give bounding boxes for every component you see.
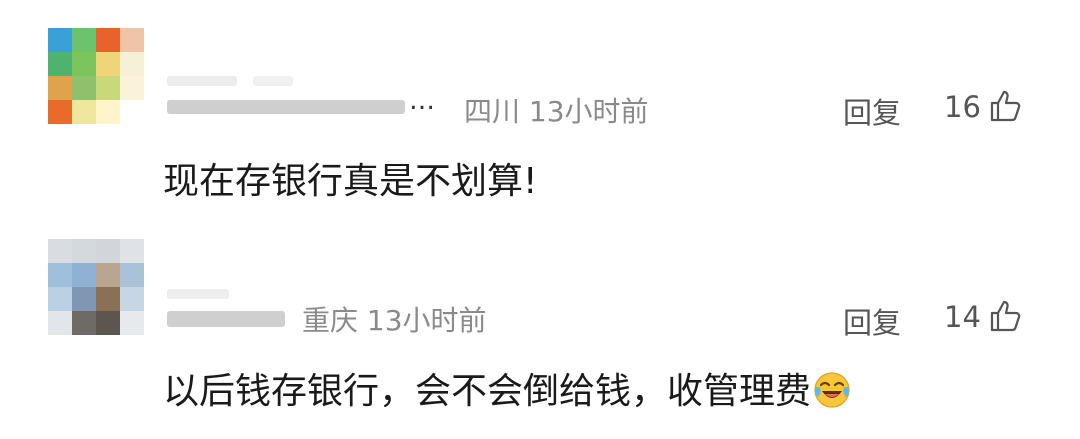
timestamp: 13小时前 [528,95,649,128]
comment-text-body: 以后钱存银行，会不会倒给钱，收管理费 [163,371,812,412]
location: 重庆 [302,304,359,337]
avatar-pixel [72,52,96,76]
avatar-pixel [96,52,120,76]
like-count: 16 [944,90,981,124]
avatar-pixel [48,311,72,335]
username-blurred[interactable]: … [163,70,435,120]
avatar-pixel [72,287,96,311]
avatar-pixel [72,263,96,287]
avatar-pixel [120,311,144,335]
avatar-pixel [72,239,96,263]
avatar-pixel [120,76,144,100]
comment-meta: 重庆 13小时前 [302,299,487,339]
avatar-pixel [72,76,96,100]
comment-text: 现在存银行真是不划算! [163,161,538,202]
avatar-pixel [120,52,144,76]
avatar-pixel [72,28,96,52]
username-blurred[interactable] [163,289,293,339]
avatar-pixel [120,287,144,311]
avatar-pixel [72,100,96,124]
comment-text: 以后钱存银行，会不会倒给钱，收管理费 [163,362,851,414]
laughing-tears-emoji-icon [814,372,850,408]
avatar-pixel [96,100,120,124]
avatar-pixel [72,311,96,335]
location: 四川 [464,95,521,128]
timestamp: 13小时前 [366,304,487,337]
avatar-pixel [96,263,120,287]
comment-item: 重庆 13小时前 回复 14 以后钱存银行，会不会倒给钱，收管理费 [0,215,1080,439]
reply-button[interactable]: 回复 [843,300,901,342]
avatar-pixel [96,239,120,263]
avatar-pixel [48,28,72,52]
avatar-pixel [120,28,144,52]
reply-button[interactable]: 回复 [843,90,901,132]
like-count: 14 [944,300,981,334]
thumbs-up-icon[interactable] [988,298,1024,334]
avatar-pixel [48,263,72,287]
avatar[interactable] [48,239,144,335]
thumbs-up-icon[interactable] [988,88,1024,124]
avatar-pixel [120,100,144,124]
avatar[interactable] [48,28,144,124]
avatar-pixel [96,287,120,311]
avatar-pixel [48,76,72,100]
comment-meta: 四川 13小时前 [464,90,649,130]
avatar-pixel [48,239,72,263]
avatar-pixel [120,263,144,287]
avatar-pixel [96,28,120,52]
avatar-pixel [48,100,72,124]
avatar-pixel [48,287,72,311]
avatar-pixel [96,76,120,100]
avatar-pixel [48,52,72,76]
avatar-pixel [96,311,120,335]
comment-item: … 四川 13小时前 回复 16 现在存银行真是不划算! [0,0,1080,215]
avatar-pixel [120,239,144,263]
nickname-ellipsis: … [409,86,436,116]
